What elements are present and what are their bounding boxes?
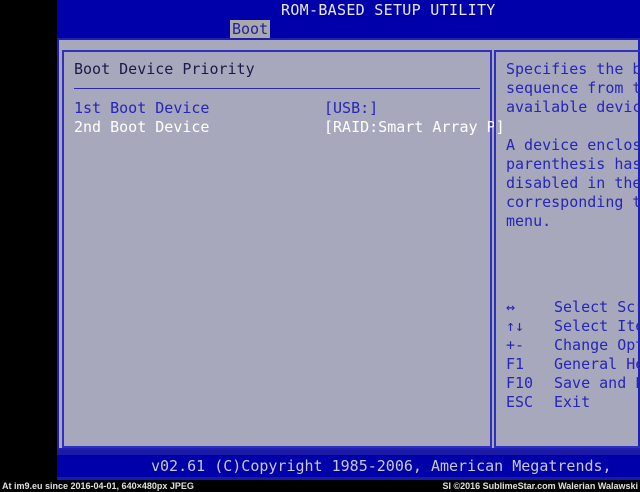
key-desc: Save and Ex: [554, 374, 640, 392]
help-line: sequence from the: [506, 79, 640, 97]
key-desc: Exit: [554, 393, 591, 411]
boot-device-2-label: 2nd Boot Device: [74, 118, 210, 136]
section-title: Boot Device Priority: [74, 60, 255, 78]
watermark-right: SI ©2016 SublimeStar.com Walerian Walaws…: [442, 481, 638, 491]
bios-screen: ROM-BASED SETUP UTILITY Boot Boot Device…: [57, 0, 640, 480]
help-line: corresponding typ: [506, 193, 640, 211]
arrows-horizontal-icon: ↔: [506, 298, 516, 316]
help-pane: Specifies the boo sequence from the avai…: [494, 50, 640, 448]
esc-key: ESC: [506, 393, 534, 411]
key-desc: General Hel: [554, 355, 640, 373]
help-text: Specifies the boo sequence from the avai…: [506, 60, 640, 231]
footer-bar: v02.61 (C)Copyright 1985-2006, American …: [57, 455, 640, 480]
f1-key: F1: [506, 355, 525, 373]
help-line: available devices: [506, 98, 640, 116]
tab-boot[interactable]: Boot: [230, 20, 271, 38]
f10-key: F10: [506, 374, 534, 392]
boot-device-2-value[interactable]: [RAID:Smart Array P]: [324, 118, 505, 136]
help-line: disabled in the: [506, 174, 640, 192]
watermark-left: At im9.eu since 2016-04-01, 640×480px JP…: [2, 481, 194, 491]
section-divider: [74, 88, 480, 89]
main-pane: Boot Device Priority 1st Boot Device [US…: [62, 50, 505, 448]
help-line: menu.: [506, 212, 552, 230]
help-line: parenthesis has b: [506, 155, 640, 173]
key-desc: Select Item: [554, 317, 640, 335]
setup-panel: Boot Device Priority 1st Boot Device [US…: [57, 38, 640, 450]
watermark-bar: At im9.eu since 2016-04-01, 640×480px JP…: [0, 480, 640, 492]
arrows-vertical-icon: ↑↓: [506, 317, 525, 335]
boot-device-1-value[interactable]: [USB:]: [324, 99, 378, 117]
app-title: ROM-BASED SETUP UTILITY: [281, 1, 496, 19]
copyright-text: v02.61 (C)Copyright 1985-2006, American …: [151, 457, 612, 480]
key-desc: Change Opti: [554, 336, 640, 354]
tab-bar: Boot: [57, 20, 640, 38]
title-bar: ROM-BASED SETUP UTILITY: [57, 0, 640, 20]
help-line: Specifies the boo: [506, 60, 640, 78]
plus-minus-key: +-: [506, 336, 525, 354]
boot-device-1-label: 1st Boot Device: [74, 99, 210, 117]
key-desc: Select Scre: [554, 298, 640, 316]
help-line: A device enclosed: [506, 136, 640, 154]
